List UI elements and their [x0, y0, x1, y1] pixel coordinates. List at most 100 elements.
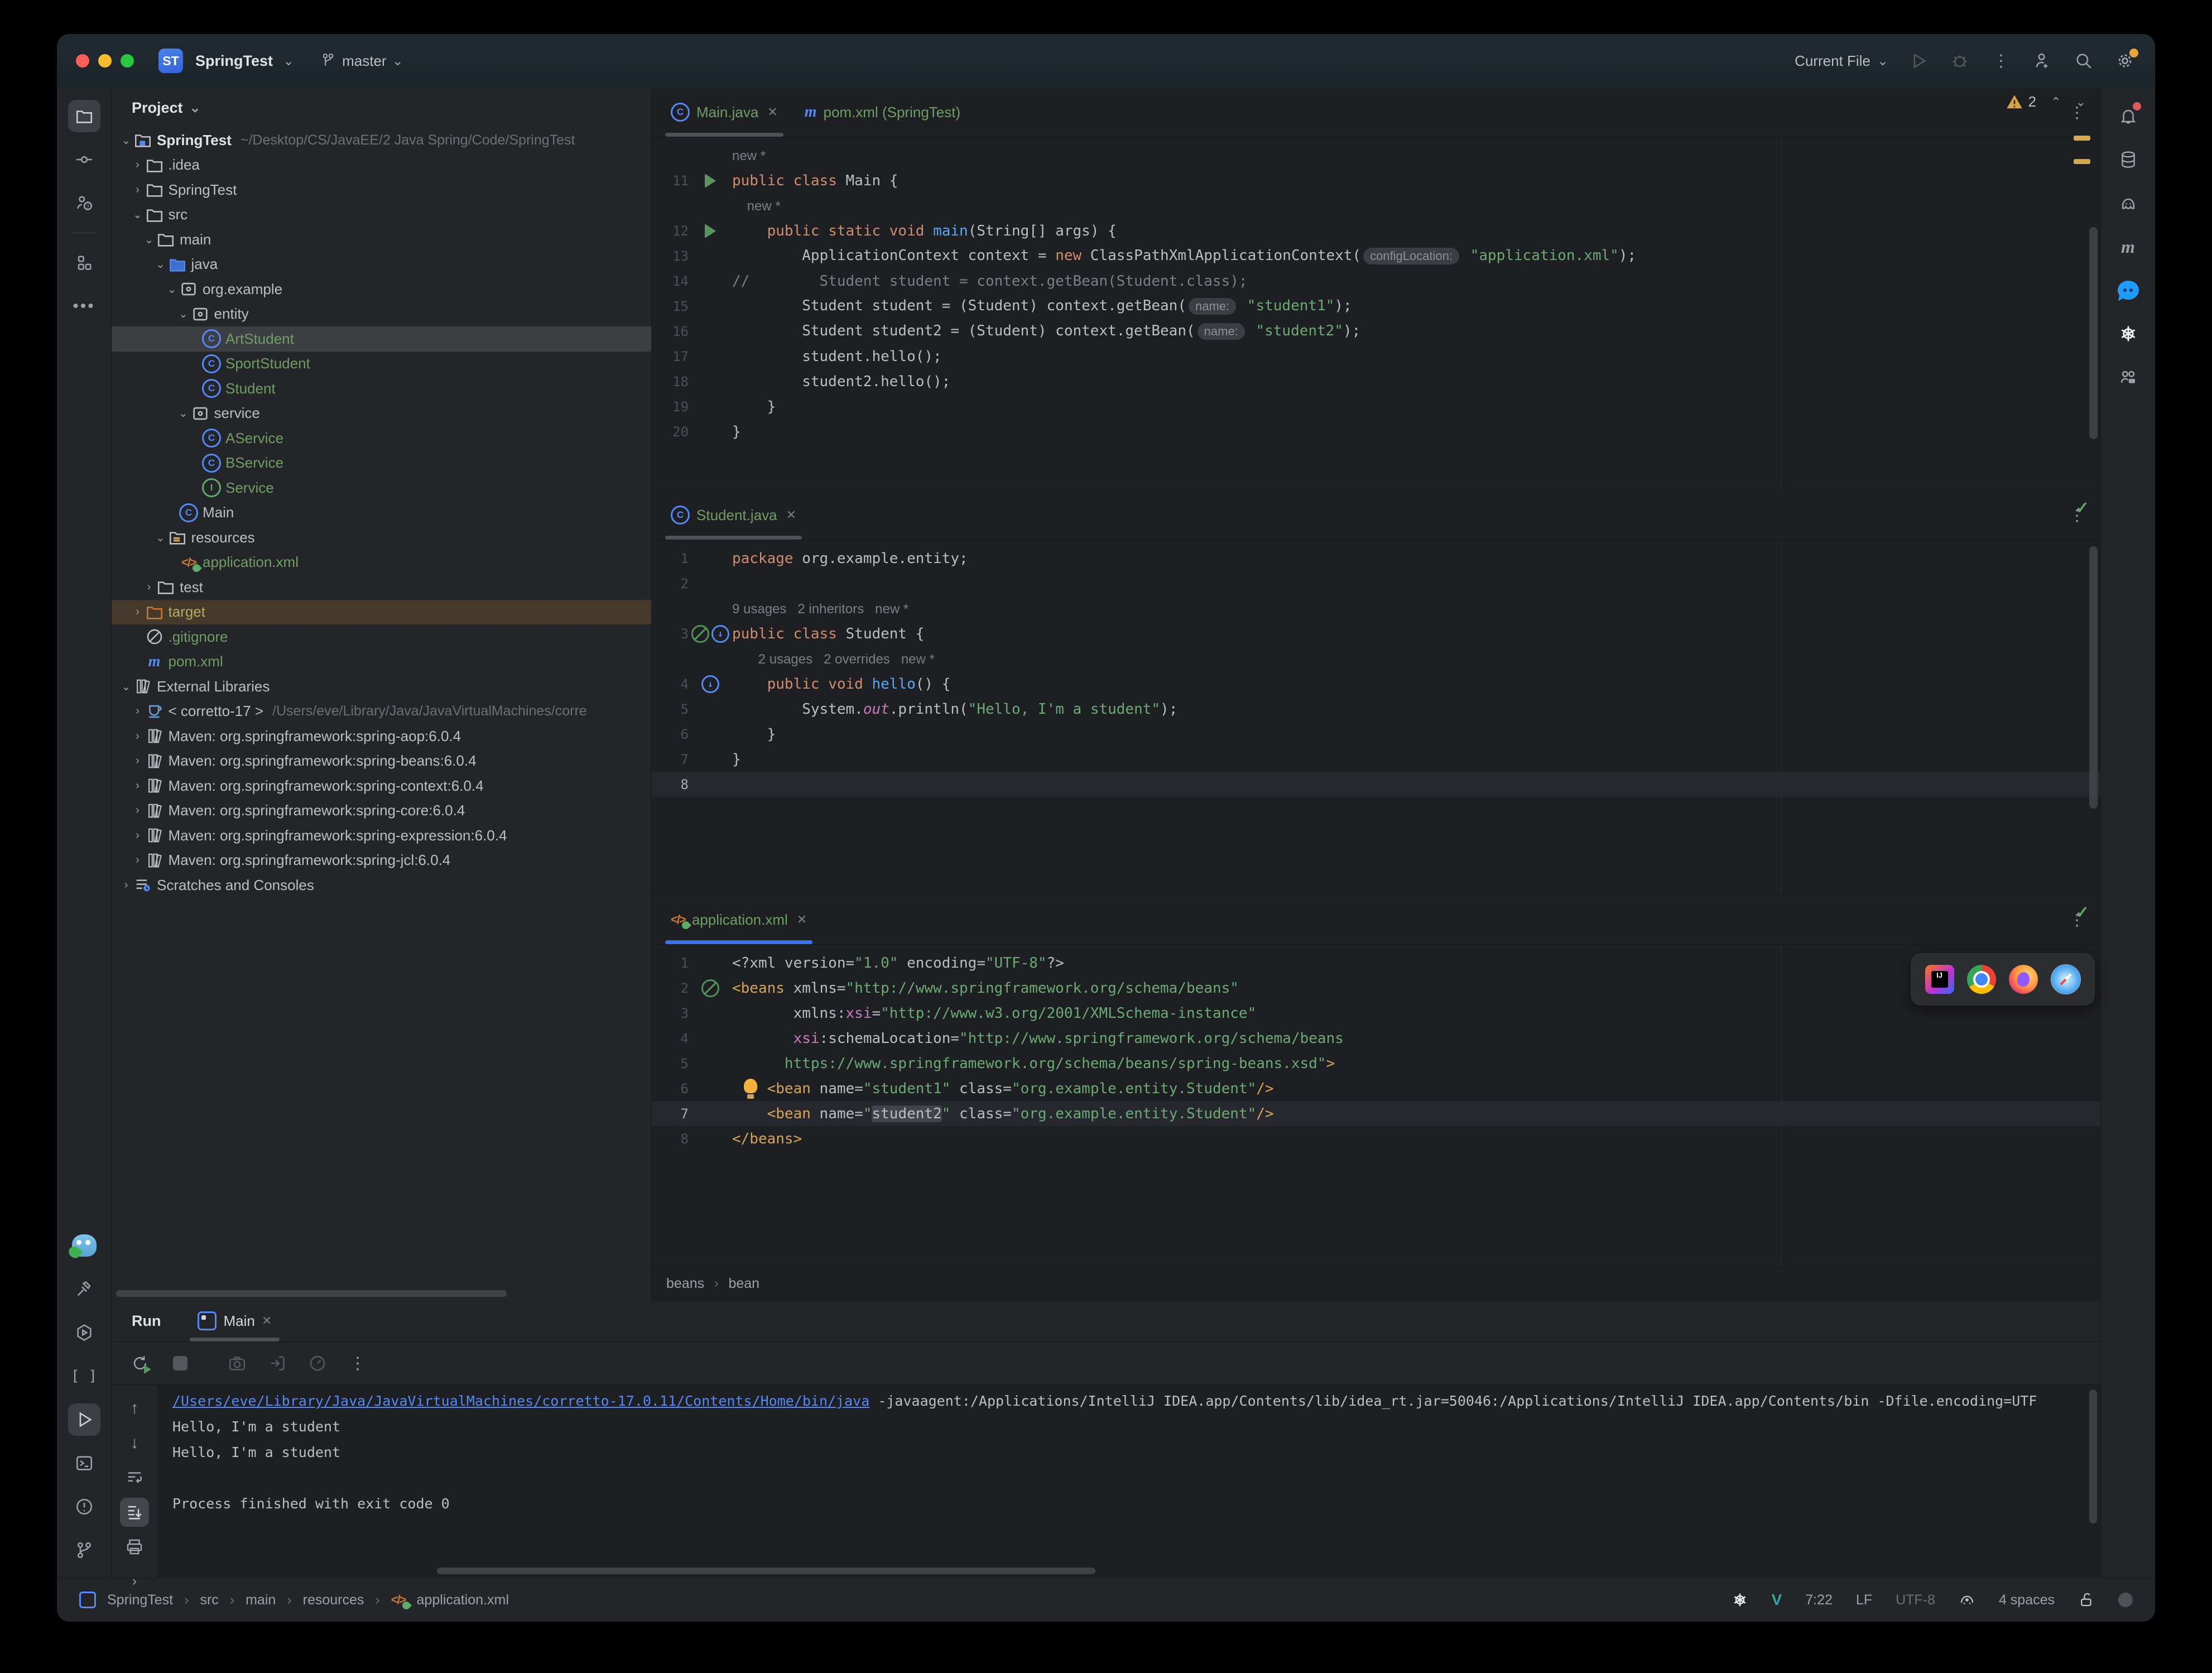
tree-item-sportstudent[interactable]: C SportStudent — [112, 352, 651, 377]
tab-pom.xml-springtest-[interactable]: m pom.xml (SpringTest) — [791, 88, 974, 137]
tree-item-main[interactable]: C Main — [112, 501, 651, 526]
tool-gopher-icon[interactable] — [68, 1229, 100, 1262]
tree-item-maven-org.springframework-spring-aop-6.0.4[interactable]: › Maven: org.springframework:spring-aop:6… — [112, 724, 651, 749]
run-tab-main[interactable]: Main ✕ — [186, 1300, 283, 1342]
tree-item-maven-org.springframework-spring-jcl-6.0.4[interactable]: › Maven: org.springframework:spring-jcl:6… — [112, 848, 651, 873]
more-actions-button[interactable]: ⋮ — [1990, 50, 2012, 72]
tool-brackets-icon[interactable]: [ ] — [68, 1360, 100, 1392]
up-icon[interactable]: ↑ — [120, 1394, 149, 1423]
tree-item-bservice[interactable]: C BService — [112, 451, 651, 476]
kebab-icon[interactable]: ⋮ — [346, 1352, 369, 1375]
tree-item-main[interactable]: ⌄ main — [112, 227, 651, 252]
tree-item-springtest[interactable]: › SpringTest — [112, 177, 651, 203]
gauge-icon[interactable] — [306, 1352, 329, 1375]
tree-chevron-icon[interactable]: ⌄ — [142, 233, 156, 247]
project-name[interactable]: SpringTest — [195, 52, 273, 70]
tree-item-target[interactable]: › target — [112, 599, 651, 624]
add-user-icon[interactable] — [2031, 50, 2054, 72]
breadcrumb-item[interactable]: bean — [728, 1276, 759, 1292]
no-problems-check-icon[interactable]: ✓ — [2075, 498, 2089, 518]
overridden-gutter-icon[interactable]: ↓ — [701, 675, 719, 693]
tab-main.java[interactable]: C Main.java ✕ — [657, 88, 791, 137]
down-icon[interactable]: ↓ — [120, 1429, 149, 1458]
tree-chevron-icon[interactable]: › — [131, 158, 145, 171]
line-ending[interactable]: LF — [1856, 1592, 1872, 1608]
tree-chevron-icon[interactable]: › — [131, 829, 145, 842]
camera-icon[interactable] — [225, 1352, 249, 1375]
tab-application.xml[interactable]: </> application.xml ✕ — [657, 895, 820, 944]
tree-chevron-icon[interactable]: ⌄ — [165, 282, 179, 296]
run-panel-title[interactable]: Run — [132, 1313, 161, 1330]
tree-item-org.example[interactable]: ⌄ org.example — [112, 277, 651, 302]
tool-notifications-icon[interactable] — [2112, 100, 2144, 132]
search-everywhere-button[interactable] — [2072, 50, 2095, 72]
tree-item-springtest[interactable]: ⌄ SpringTest ~/Desktop/CS/JavaEE/2 Java Sp… — [112, 128, 651, 153]
tree-chevron-icon[interactable]: ⌄ — [119, 133, 133, 147]
code-area[interactable]: 1 <?xml version="1.0" encoding="UTF-8"?> 2… — [652, 945, 2100, 1267]
tool-build-hammer-icon[interactable] — [68, 1273, 100, 1305]
close-window-button[interactable] — [76, 54, 89, 68]
tool-problems-icon[interactable] — [68, 1491, 100, 1523]
spring-bean-gutter-icon[interactable] — [701, 979, 719, 997]
tree-item-external-libraries[interactable]: ⌄ External Libraries — [112, 674, 651, 699]
project-panel-title[interactable]: Project — [132, 99, 183, 117]
tree-chevron-icon[interactable]: ⌄ — [153, 531, 168, 545]
tool-chat-icon[interactable] — [2112, 274, 2144, 306]
tree-chevron-icon[interactable]: ⌄ — [176, 307, 191, 321]
tree-chevron-icon[interactable]: › — [131, 184, 145, 196]
tree-item-entity[interactable]: ⌄ entity — [112, 302, 651, 327]
prev-warning-icon[interactable]: ⌃ — [2051, 95, 2061, 109]
tool-services-icon[interactable] — [68, 1316, 100, 1349]
run-gutter-icon[interactable] — [705, 223, 716, 238]
zoom-window-button[interactable] — [121, 54, 134, 68]
chevron-down-icon[interactable]: ⌄ — [190, 100, 201, 116]
tree-item-.gitignore[interactable]: .gitignore — [112, 624, 651, 650]
tool-git-branch-icon[interactable] — [68, 1534, 100, 1566]
chrome-browser-icon[interactable] — [1966, 965, 1996, 994]
file-encoding[interactable]: UTF-8 — [1896, 1592, 1935, 1608]
warning-stripe-mark[interactable] — [2074, 136, 2090, 141]
intellij-browser-icon[interactable]: IJ — [1925, 965, 1954, 994]
tree-chevron-icon[interactable]: › — [131, 804, 145, 817]
tree-item-pom.xml[interactable]: m pom.xml — [112, 650, 651, 675]
tree-item--corretto-17-[interactable]: › < corretto-17 > /Users/eve/Library/Java/… — [112, 699, 651, 724]
code-area[interactable]: 1 package org.example.entity; 2 9 usages 2 … — [652, 540, 2100, 895]
stop-icon[interactable] — [169, 1352, 192, 1375]
tree-chevron-icon[interactable]: › — [131, 730, 145, 743]
run-console[interactable]: /Users/eve/Library/Java/JavaVirtualMachi… — [158, 1385, 2100, 1578]
tree-item-test[interactable]: › test — [112, 575, 651, 600]
openai-status-icon[interactable] — [1732, 1592, 1748, 1608]
editor-scrollbar[interactable] — [2089, 546, 2098, 809]
tree-chevron-icon[interactable]: ⌄ — [131, 208, 145, 222]
editor-scrollbar[interactable] — [2089, 227, 2098, 439]
warning-stripe-mark[interactable] — [2074, 159, 2090, 164]
tree-chevron-icon[interactable]: ⌄ — [119, 680, 133, 694]
tree-item-maven-org.springframework-spring-expression-6.0.4[interactable]: › Maven: org.springframework:spring-expre… — [112, 823, 651, 848]
tool-commit-icon[interactable] — [68, 143, 100, 176]
tool-terminal-icon[interactable] — [68, 1447, 100, 1479]
unlock-icon[interactable] — [2078, 1592, 2095, 1608]
indent-config[interactable]: 4 spaces — [1999, 1592, 2055, 1608]
horizontal-scrollbar[interactable] — [437, 1568, 1095, 1574]
status-breadcrumb-item[interactable]: main — [246, 1592, 276, 1608]
close-icon[interactable]: ✕ — [786, 508, 796, 522]
tree-item-student[interactable]: C Student — [112, 376, 651, 401]
tab-student.java[interactable]: C Student.java ✕ — [657, 491, 810, 540]
tree-item-artstudent[interactable]: C ArtStudent — [112, 326, 651, 352]
tree-chevron-icon[interactable]: › — [119, 879, 133, 892]
tree-chevron-icon[interactable]: › — [131, 754, 145, 767]
spring-bean-gutter-icon[interactable] — [691, 624, 709, 643]
safari-browser-icon[interactable] — [2050, 964, 2081, 994]
status-breadcrumb-item[interactable]: resources — [303, 1592, 364, 1608]
expand-icon[interactable]: › — [120, 1567, 149, 1596]
run-gutter-icon[interactable] — [705, 173, 716, 188]
tool-structure-icon[interactable] — [68, 247, 100, 279]
horizontal-scrollbar[interactable] — [116, 1290, 507, 1297]
tree-chevron-icon[interactable]: › — [131, 605, 145, 618]
tool-more-h-icon[interactable]: ••• — [68, 290, 100, 323]
tree-item-maven-org.springframework-spring-beans-6.0.4[interactable]: › Maven: org.springframework:spring-beans… — [112, 749, 651, 774]
tree-chevron-icon[interactable]: › — [131, 705, 145, 718]
soft-wrap-icon[interactable] — [120, 1463, 149, 1492]
tree-chevron-icon[interactable]: › — [142, 581, 156, 594]
overridden-gutter-icon[interactable]: ↓ — [711, 624, 729, 643]
